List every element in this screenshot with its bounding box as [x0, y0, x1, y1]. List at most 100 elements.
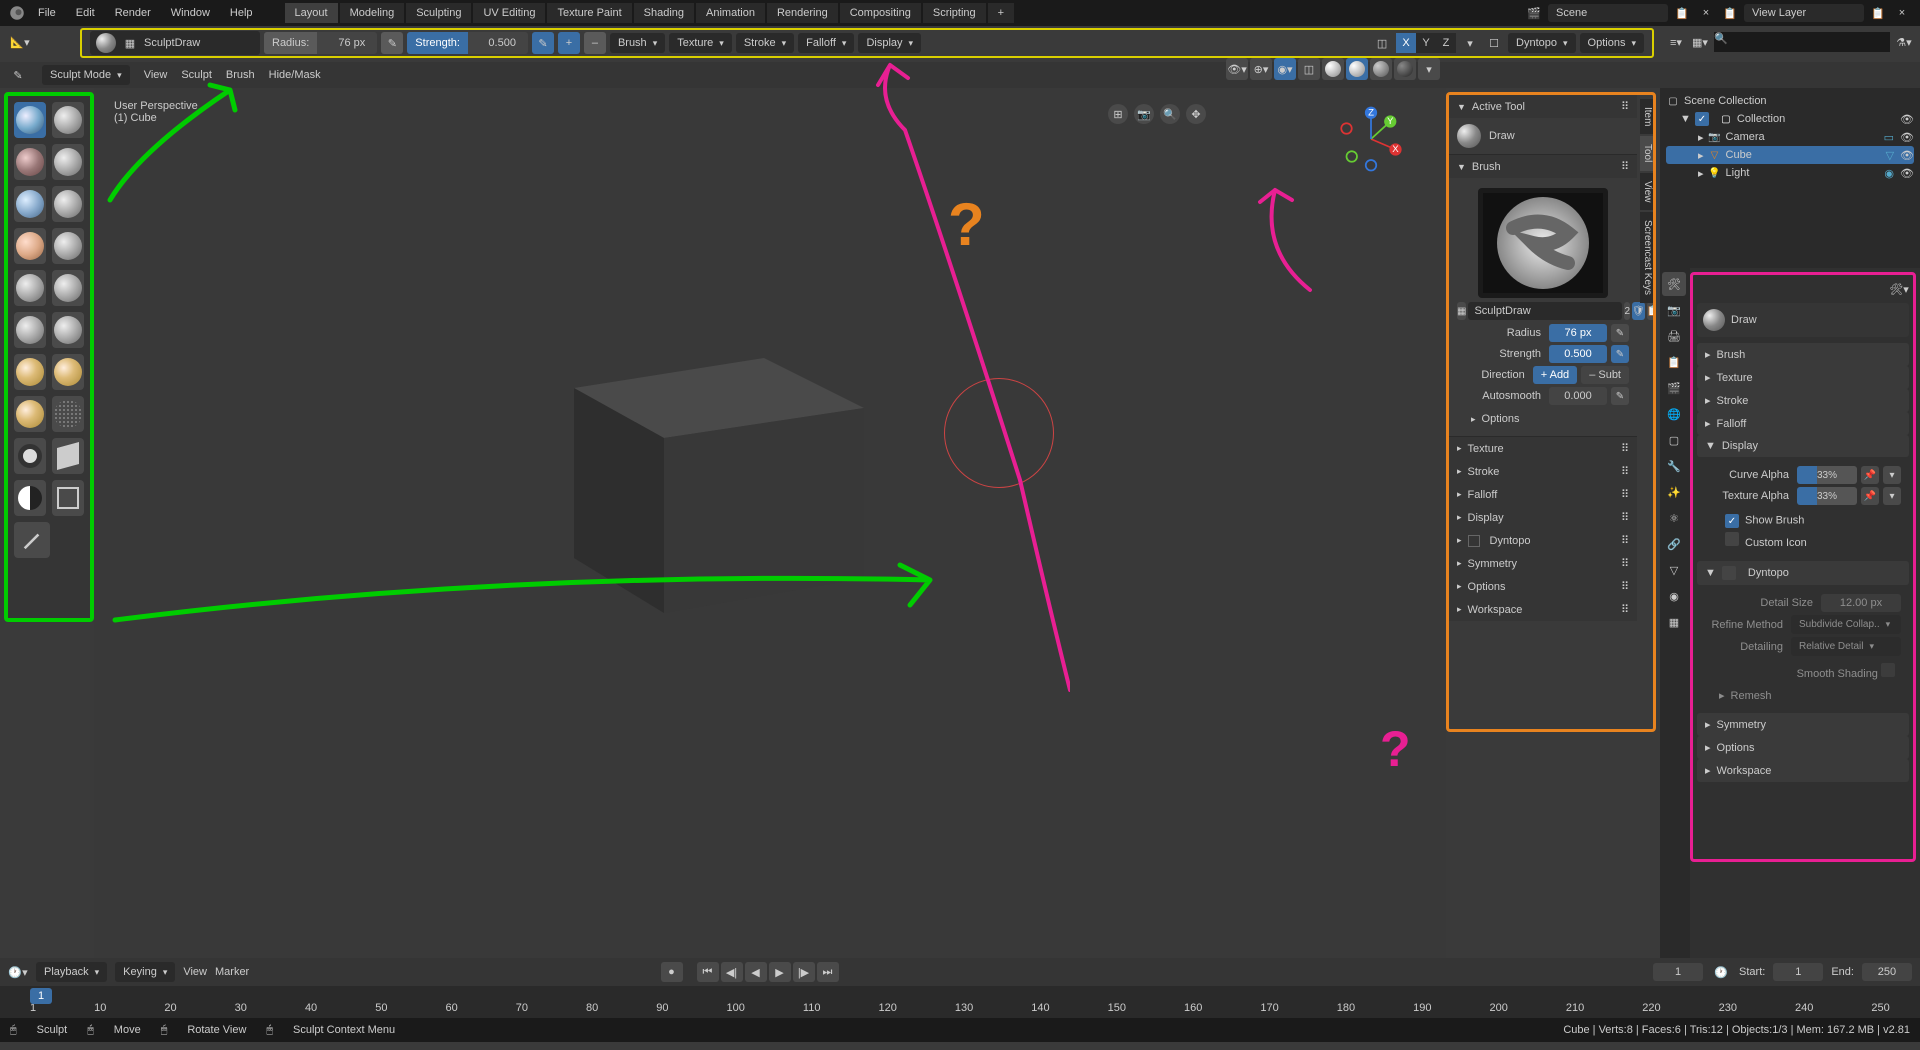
workspace-section[interactable]: ▸Workspace⠿	[1449, 598, 1637, 621]
ptab-viewlayer[interactable]: 📋	[1662, 350, 1686, 374]
current-frame[interactable]: 1	[1653, 963, 1703, 981]
outliner-editor-icon[interactable]: ≡▾	[1666, 32, 1686, 52]
direction-sub-icon[interactable]: –	[584, 32, 606, 54]
tool-smooth[interactable]	[52, 228, 84, 264]
curve-alpha-chev-icon[interactable]: ▾	[1883, 466, 1901, 484]
camera-row[interactable]: ▸📷Camera▭👁	[1666, 128, 1914, 146]
tool-annotate[interactable]	[14, 522, 50, 558]
start-frame[interactable]: 1	[1773, 963, 1823, 981]
tool-nudge[interactable]	[52, 396, 84, 432]
light-eye-icon[interactable]: 👁	[1900, 167, 1914, 180]
next-key-icon[interactable]: |▶	[793, 962, 815, 982]
zoom-icon[interactable]: 🔍	[1160, 104, 1180, 124]
lookdev-shading-icon[interactable]	[1370, 58, 1392, 80]
rendered-shading-icon[interactable]	[1394, 58, 1416, 80]
menu-render[interactable]: Render	[107, 3, 159, 23]
p-texture-section[interactable]: ▸Texture	[1697, 366, 1909, 389]
radius-prop-value[interactable]: 76 px	[1549, 324, 1607, 342]
view-menu[interactable]: View	[144, 69, 168, 81]
strength-field[interactable]: Strength: 0.500	[407, 32, 528, 54]
playback-menu[interactable]: Playback	[36, 962, 107, 982]
ptab-active-tool[interactable]: 🛠	[1662, 272, 1686, 296]
wireframe-shading-icon[interactable]	[1322, 58, 1344, 80]
brush-name-input[interactable]	[1468, 302, 1622, 320]
brush-users-count[interactable]: 2	[1624, 302, 1630, 320]
scene-name-field[interactable]: Scene	[1548, 4, 1668, 22]
custom-icon-checkbox[interactable]	[1725, 532, 1739, 546]
props-editor-icon[interactable]: 🛠▾	[1889, 279, 1909, 299]
tab-scripting[interactable]: Scripting	[923, 3, 986, 23]
tab-shading[interactable]: Shading	[634, 3, 694, 23]
tl-view-menu[interactable]: View	[183, 966, 207, 978]
light-row[interactable]: ▸💡Light◉👁	[1666, 164, 1914, 182]
p-falloff-section[interactable]: ▸Falloff	[1697, 412, 1909, 435]
tl-marker-menu[interactable]: Marker	[215, 966, 249, 978]
strength-pressure-icon[interactable]: ✎	[532, 32, 554, 54]
hidemask-menu[interactable]: Hide/Mask	[269, 69, 321, 81]
ptab-world[interactable]: 🌐	[1662, 402, 1686, 426]
camera-data-icon[interactable]: ▭	[1884, 131, 1894, 144]
brush-menu[interactable]: Brush	[226, 69, 255, 81]
sculpt-menu[interactable]: Sculpt	[181, 69, 212, 81]
mirror-z[interactable]: Z	[1436, 33, 1456, 53]
menu-window[interactable]: Window	[163, 3, 218, 23]
brush-preview[interactable]	[1478, 188, 1608, 298]
tab-animation[interactable]: Animation	[696, 3, 765, 23]
timeline-editor-icon[interactable]: 🕐▾	[8, 962, 28, 982]
ptab-modifiers[interactable]: 🔧	[1662, 454, 1686, 478]
p-symmetry-section[interactable]: ▸Symmetry	[1697, 713, 1909, 736]
tool-draw[interactable]	[14, 102, 46, 138]
brush-duplicate-button[interactable]: 📋	[1647, 302, 1656, 320]
tool-rotate[interactable]	[14, 438, 46, 474]
dyntopo-dropdown[interactable]: Dyntopo	[1508, 33, 1576, 53]
p-dyntopo-section[interactable]: ▼Dyntopo	[1697, 561, 1909, 585]
tex-alpha-pin-icon[interactable]: 📌	[1861, 487, 1879, 505]
curve-alpha-slider[interactable]: 33%	[1797, 466, 1857, 484]
ptab-particles[interactable]: ✨	[1662, 480, 1686, 504]
display-dropdown[interactable]: Display	[858, 33, 921, 53]
tool-box-mask[interactable]	[52, 480, 84, 516]
falloff-section[interactable]: ▸Falloff⠿	[1449, 483, 1637, 506]
p-stroke-section[interactable]: ▸Stroke	[1697, 389, 1909, 412]
direction-add-icon[interactable]: +	[558, 32, 580, 54]
detail-size-value[interactable]: 12.00 px	[1821, 594, 1901, 612]
tab-sculpting[interactable]: Sculpting	[406, 3, 471, 23]
dyntopo-np-checkbox[interactable]	[1468, 535, 1480, 547]
view-dropdown-icon[interactable]: 👁▾	[1226, 58, 1248, 80]
ptab-mesh[interactable]: ▽	[1662, 558, 1686, 582]
direction-add[interactable]: + Add	[1533, 366, 1577, 384]
dyntopo-checkbox[interactable]: ☐	[1484, 33, 1504, 53]
display-section[interactable]: ▸Display⠿	[1449, 506, 1637, 529]
playhead[interactable]: 1	[30, 988, 52, 1004]
viewlayer-new-button[interactable]: 📋	[1868, 3, 1888, 23]
curve-alpha-pin-icon[interactable]: 📌	[1861, 466, 1879, 484]
autokey-icon[interactable]: ●	[661, 962, 683, 982]
detailing-dropdown[interactable]: Relative Detail	[1791, 637, 1901, 656]
show-brush-checkbox[interactable]	[1725, 514, 1739, 528]
tool-pinch[interactable]	[52, 312, 84, 348]
menu-edit[interactable]: Edit	[68, 3, 103, 23]
tab-compositing[interactable]: Compositing	[840, 3, 921, 23]
scene-icon[interactable]: 🎬	[1524, 3, 1544, 23]
ntab-item[interactable]: Item	[1640, 99, 1655, 134]
mirror-y[interactable]: Y	[1416, 33, 1436, 53]
scene-delete-button[interactable]: ×	[1696, 3, 1716, 23]
direction-sub[interactable]: – Subt	[1581, 366, 1629, 384]
collection-row[interactable]: ▼▢Collection👁	[1666, 110, 1914, 128]
active-tool-header[interactable]: ▼Active Tool⠿	[1449, 95, 1637, 118]
cube-row[interactable]: ▸▽Cube▽👁	[1666, 146, 1914, 164]
ntab-view[interactable]: View	[1640, 173, 1655, 211]
tab-layout[interactable]: Layout	[285, 3, 338, 23]
ntab-screencast[interactable]: Screencast Keys	[1640, 212, 1655, 303]
viewlayer-name-field[interactable]: View Layer	[1744, 4, 1864, 22]
prev-key-icon[interactable]: ◀|	[721, 962, 743, 982]
strength-prop-value[interactable]: 0.500	[1549, 345, 1607, 363]
cube-data-icon[interactable]: ▽	[1886, 149, 1894, 162]
xray-icon[interactable]: ◫	[1298, 58, 1320, 80]
ntab-tool[interactable]: Tool	[1640, 136, 1655, 170]
move-icon[interactable]: ✥	[1186, 104, 1206, 124]
shading-options-icon[interactable]: ▾	[1418, 58, 1440, 80]
brush-panel-header[interactable]: ▼Brush⠿	[1449, 155, 1637, 178]
p-workspace-section[interactable]: ▸Workspace	[1697, 759, 1909, 782]
tool-thumb[interactable]	[14, 396, 46, 432]
